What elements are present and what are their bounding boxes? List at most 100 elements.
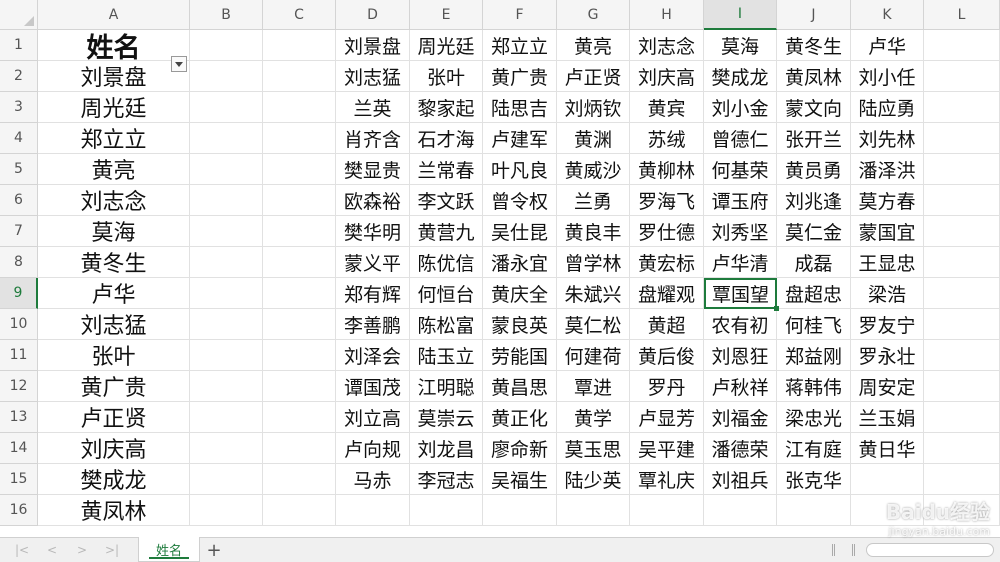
cell-A16[interactable]: 黄凤林 xyxy=(38,495,190,526)
cell-J1[interactable]: 黄冬生 xyxy=(777,30,851,61)
cell-J10[interactable]: 何桂飞 xyxy=(777,309,851,340)
cell-C7[interactable] xyxy=(263,216,336,247)
cell-J14[interactable]: 江有庭 xyxy=(777,433,851,464)
cell-B15[interactable] xyxy=(190,464,263,495)
cell-I16[interactable] xyxy=(704,495,777,526)
cell-K8[interactable]: 王显忠 xyxy=(851,247,924,278)
cell-F2[interactable]: 黄广贵 xyxy=(483,61,557,92)
cell-C6[interactable] xyxy=(263,185,336,216)
column-header-E[interactable]: E xyxy=(410,0,483,30)
cell-K1[interactable]: 卢华 xyxy=(851,30,924,61)
last-sheet-icon[interactable]: >| xyxy=(104,542,120,558)
cell-C4[interactable] xyxy=(263,123,336,154)
cell-A12[interactable]: 黄广贵 xyxy=(38,371,190,402)
cell-F14[interactable]: 廖命新 xyxy=(483,433,557,464)
column-header-H[interactable]: H xyxy=(630,0,704,30)
cell-J5[interactable]: 黄员勇 xyxy=(777,154,851,185)
cell-B16[interactable] xyxy=(190,495,263,526)
cell-F13[interactable]: 黄正化 xyxy=(483,402,557,433)
cell-F3[interactable]: 陆思吉 xyxy=(483,92,557,123)
column-header-F[interactable]: F xyxy=(483,0,557,30)
cell-F5[interactable]: 叶凡良 xyxy=(483,154,557,185)
cell-I3[interactable]: 刘小金 xyxy=(704,92,777,123)
cell-C13[interactable] xyxy=(263,402,336,433)
cell-C1[interactable] xyxy=(263,30,336,61)
cell-F16[interactable] xyxy=(483,495,557,526)
cell-E15[interactable]: 李冠志 xyxy=(410,464,483,495)
cell-D13[interactable]: 刘立高 xyxy=(336,402,410,433)
filter-dropdown-icon[interactable] xyxy=(171,56,187,72)
cell-D1[interactable]: 刘景盘 xyxy=(336,30,410,61)
cell-C10[interactable] xyxy=(263,309,336,340)
cell-G3[interactable]: 刘炳钦 xyxy=(557,92,630,123)
cell-G15[interactable]: 陆少英 xyxy=(557,464,630,495)
cell-J9[interactable]: 盘超忠 xyxy=(777,278,851,309)
cell-L8[interactable] xyxy=(924,247,1000,278)
cell-F12[interactable]: 黄昌思 xyxy=(483,371,557,402)
cell-L4[interactable] xyxy=(924,123,1000,154)
cell-K7[interactable]: 蒙国宜 xyxy=(851,216,924,247)
cell-H9[interactable]: 盘耀观 xyxy=(630,278,704,309)
cell-B6[interactable] xyxy=(190,185,263,216)
cell-G8[interactable]: 曾学林 xyxy=(557,247,630,278)
column-header-G[interactable]: G xyxy=(557,0,630,30)
cell-I10[interactable]: 农有初 xyxy=(704,309,777,340)
cell-G11[interactable]: 何建荷 xyxy=(557,340,630,371)
cell-G9[interactable]: 朱斌兴 xyxy=(557,278,630,309)
cell-A13[interactable]: 卢正贤 xyxy=(38,402,190,433)
cell-H4[interactable]: 苏绒 xyxy=(630,123,704,154)
cell-D12[interactable]: 谭国茂 xyxy=(336,371,410,402)
cell-C8[interactable] xyxy=(263,247,336,278)
prev-sheet-icon[interactable]: < xyxy=(44,542,60,558)
cell-C9[interactable] xyxy=(263,278,336,309)
cell-I14[interactable]: 潘德荣 xyxy=(704,433,777,464)
cell-B4[interactable] xyxy=(190,123,263,154)
cell-B3[interactable] xyxy=(190,92,263,123)
cell-I11[interactable]: 刘恩狂 xyxy=(704,340,777,371)
cell-B1[interactable] xyxy=(190,30,263,61)
cell-H8[interactable]: 黄宏标 xyxy=(630,247,704,278)
cell-J12[interactable]: 蒋韩伟 xyxy=(777,371,851,402)
cell-A6[interactable]: 刘志念 xyxy=(38,185,190,216)
cell-H13[interactable]: 卢显芳 xyxy=(630,402,704,433)
cell-A14[interactable]: 刘庆高 xyxy=(38,433,190,464)
cell-K14[interactable]: 黄日华 xyxy=(851,433,924,464)
row-header-11[interactable]: 11 xyxy=(0,340,38,371)
cell-L5[interactable] xyxy=(924,154,1000,185)
cell-B8[interactable] xyxy=(190,247,263,278)
cell-B9[interactable] xyxy=(190,278,263,309)
cell-I5[interactable]: 何基荣 xyxy=(704,154,777,185)
cell-D6[interactable]: 欧森裕 xyxy=(336,185,410,216)
horizontal-scrollbar[interactable] xyxy=(866,543,994,557)
cell-L2[interactable] xyxy=(924,61,1000,92)
cell-E7[interactable]: 黄营九 xyxy=(410,216,483,247)
cell-K3[interactable]: 陆应勇 xyxy=(851,92,924,123)
cell-F15[interactable]: 吴福生 xyxy=(483,464,557,495)
cell-I2[interactable]: 樊成龙 xyxy=(704,61,777,92)
cell-A2[interactable]: 刘景盘 xyxy=(38,61,190,92)
cell-A1-header[interactable]: 姓名 xyxy=(38,30,190,61)
column-header-C[interactable]: C xyxy=(263,0,336,30)
cell-A8[interactable]: 黄冬生 xyxy=(38,247,190,278)
row-header-6[interactable]: 6 xyxy=(0,185,38,216)
cell-C5[interactable] xyxy=(263,154,336,185)
row-header-7[interactable]: 7 xyxy=(0,216,38,247)
cell-L12[interactable] xyxy=(924,371,1000,402)
row-header-13[interactable]: 13 xyxy=(0,402,38,433)
cell-I12[interactable]: 卢秋祥 xyxy=(704,371,777,402)
cell-F11[interactable]: 劳能国 xyxy=(483,340,557,371)
cell-L6[interactable] xyxy=(924,185,1000,216)
fill-handle[interactable] xyxy=(774,306,779,311)
cell-I15[interactable]: 刘祖兵 xyxy=(704,464,777,495)
cell-K13[interactable]: 兰玉娟 xyxy=(851,402,924,433)
cell-F9[interactable]: 黄庆全 xyxy=(483,278,557,309)
row-header-5[interactable]: 5 xyxy=(0,154,38,185)
cell-B14[interactable] xyxy=(190,433,263,464)
cell-B11[interactable] xyxy=(190,340,263,371)
cell-G12[interactable]: 覃进 xyxy=(557,371,630,402)
cell-H10[interactable]: 黄超 xyxy=(630,309,704,340)
row-header-3[interactable]: 3 xyxy=(0,92,38,123)
cell-I7[interactable]: 刘秀坚 xyxy=(704,216,777,247)
scroll-splitter[interactable] xyxy=(852,544,855,556)
cell-E6[interactable]: 李文跃 xyxy=(410,185,483,216)
